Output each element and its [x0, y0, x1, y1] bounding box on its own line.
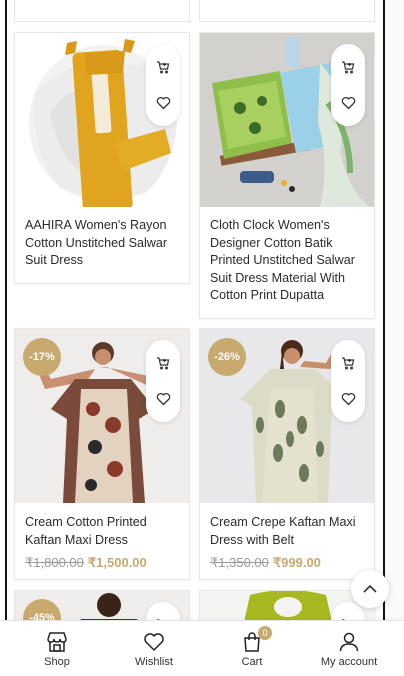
product-title[interactable]: Cream Crepe Kaftan Maxi Dress with Belt [210, 514, 364, 549]
product-actions [146, 340, 180, 422]
product-price: ₹1,350.00 ₹999.00 [210, 555, 321, 571]
add-to-cart-button[interactable] [331, 50, 365, 84]
nav-cart-label: Cart [241, 656, 263, 668]
cart-plus-icon [157, 357, 170, 370]
nav-cart[interactable]: 0 Cart [204, 621, 300, 676]
regular-price: ₹1,350.00 [210, 555, 269, 570]
user-icon [339, 632, 359, 652]
add-to-cart-button[interactable] [146, 50, 180, 84]
scroll-to-top-button[interactable] [351, 570, 389, 608]
cart-plus-icon [157, 61, 170, 74]
heart-icon [341, 96, 355, 110]
product-title[interactable]: Cloth Clock Women's Designer Cotton Bati… [210, 217, 364, 305]
store-icon [47, 632, 67, 652]
nav-shop[interactable]: Shop [9, 621, 105, 676]
sale-price: ₹1,500.00 [87, 555, 147, 570]
previous-row-card-right[interactable] [199, 0, 375, 22]
viewport-border-right [383, 0, 385, 620]
add-to-cart-button[interactable] [146, 346, 180, 380]
heart-icon [144, 633, 164, 651]
discount-badge: -17% [23, 338, 61, 376]
nav-account-label: My account [320, 656, 378, 668]
nav-wishlist-label: Wishlist [135, 656, 173, 668]
product-card[interactable]: -26% Cream Crepe Kaftan Maxi Dress with … [199, 328, 375, 580]
product-card[interactable]: Cloth Clock Women's Designer Cotton Bati… [199, 32, 375, 319]
product-actions [146, 44, 180, 126]
add-to-wishlist-button[interactable] [331, 382, 365, 416]
discount-badge: -26% [208, 338, 246, 376]
heart-icon [156, 96, 170, 110]
nav-shop-label: Shop [44, 656, 70, 668]
product-card[interactable]: -17% Cream Cotton Printed Kaftan Maxi Dr… [14, 328, 190, 580]
chevron-up-icon [363, 584, 377, 593]
heart-icon [156, 392, 170, 406]
add-to-wishlist-button[interactable] [146, 382, 180, 416]
cart-count-badge: 0 [258, 626, 272, 640]
add-to-wishlist-button[interactable] [331, 86, 365, 120]
product-title[interactable]: AAHIRA Women's Rayon Cotton Unstitched S… [25, 217, 179, 270]
previous-row-card-left[interactable] [14, 0, 190, 22]
nav-account[interactable]: My account [301, 621, 397, 676]
nav-wishlist[interactable]: Wishlist [106, 621, 202, 676]
add-to-wishlist-button[interactable] [146, 86, 180, 120]
product-card[interactable]: AAHIRA Women's Rayon Cotton Unstitched S… [14, 32, 190, 284]
page-gutter [385, 0, 404, 620]
cart-plus-icon [342, 357, 355, 370]
add-to-cart-button[interactable] [331, 346, 365, 380]
heart-icon [341, 392, 355, 406]
product-price: ₹1,800.00 ₹1,500.00 [25, 555, 147, 571]
product-title[interactable]: Cream Cotton Printed Kaftan Maxi Dress [25, 514, 179, 549]
regular-price: ₹1,800.00 [25, 555, 84, 570]
bottom-navigation: Shop Wishlist 0 Cart My account [0, 620, 404, 676]
sale-price: ₹999.00 [272, 555, 321, 570]
viewport-border-left [5, 0, 7, 620]
product-actions [331, 44, 365, 126]
product-actions [331, 340, 365, 422]
cart-plus-icon [342, 61, 355, 74]
